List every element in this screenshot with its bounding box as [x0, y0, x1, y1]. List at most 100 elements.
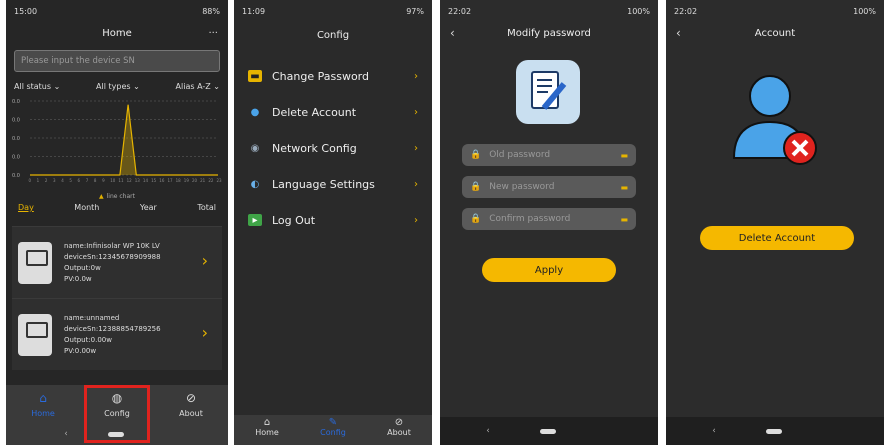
back-icon[interactable]: ‹: [450, 26, 455, 40]
nav-about[interactable]: ⊘ About: [369, 417, 429, 445]
menu-network-config[interactable]: ◉ Network Config ›: [234, 130, 432, 166]
network-icon: ◉: [250, 142, 260, 154]
x-tick-label: 4: [61, 178, 64, 183]
x-tick-label: 15: [151, 178, 157, 183]
device-sn: deviceSn:12388854789256: [64, 324, 161, 333]
system-back-icon[interactable]: ‹: [712, 426, 716, 436]
chevron-right-icon: ›: [414, 106, 418, 118]
chevron-right-icon: ›: [414, 70, 418, 82]
x-tick-label: 1: [37, 178, 40, 183]
power-chart: 0.0 0.0 0.0 0.0 0.0 0 1 2 3 4 5 6 7 8 9 10 11 12 13 14 15 16 1…: [12, 97, 222, 200]
x-tick-label: 10: [110, 178, 116, 183]
chevron-right-icon: ›: [414, 142, 418, 154]
y-tick-label: 0.0: [12, 155, 20, 161]
tab-month[interactable]: Month: [74, 203, 99, 212]
config-screen: 11:09 97% Config ▬ Change Password › ● D…: [234, 0, 432, 445]
compass-icon: ⊘: [394, 417, 404, 428]
menu-language-settings[interactable]: ◐ Language Settings ›: [234, 166, 432, 202]
nav-home[interactable]: ⌂ Home: [237, 417, 297, 445]
device-name: name:Infinisolar WP 10K LV: [64, 241, 160, 250]
x-tick-label: 17: [167, 178, 173, 183]
status-time: 22:02: [674, 6, 698, 16]
home-icon: ⌂: [263, 417, 271, 428]
home-icon: ⌂: [39, 391, 47, 405]
system-nav: ‹: [440, 417, 658, 445]
eye-icon[interactable]: ▬: [620, 183, 628, 192]
eye-icon[interactable]: ▬: [620, 151, 628, 160]
page-title: Modify password: [507, 27, 591, 39]
x-tick-label: 0: [29, 178, 32, 183]
x-tick-label: 3: [53, 178, 56, 183]
eye-icon[interactable]: ▬: [620, 215, 628, 224]
x-tick-label: 5: [69, 178, 72, 183]
user-icon: ●: [250, 106, 260, 118]
title-bar: ‹ Account: [666, 22, 884, 44]
x-tick-label: 21: [200, 178, 206, 183]
line-chart-svg: 0.00.00.00.00.00 1 2 3 4 5 6 7 8 9 10 11 12 13 14 15 16 1…: [12, 99, 222, 183]
x-tick-label: 6: [78, 178, 81, 183]
x-tick-label: 14: [143, 178, 149, 183]
x-tick-label: 8: [94, 178, 97, 183]
inverter-icon: [18, 241, 52, 284]
lock-icon: 🔒: [470, 150, 482, 160]
document-edit-icon: [516, 60, 580, 124]
x-tick-label: 13: [135, 178, 141, 183]
device-name: name:unnamed: [64, 313, 120, 322]
status-bar: 15:00 88%: [6, 0, 228, 22]
sort-filter[interactable]: Alias A-Z ⌄: [176, 82, 220, 91]
menu-log-out[interactable]: ▸ Log Out ›: [234, 202, 432, 238]
chevron-right-icon[interactable]: ›: [202, 251, 208, 270]
more-icon[interactable]: ···: [208, 28, 218, 39]
y-tick-label: 0.0: [12, 173, 20, 179]
device-info: name:Infinisolar WP 10K LV deviceSn:1234…: [64, 241, 161, 285]
device-output: Output:0.00w: [64, 335, 112, 344]
system-back-icon[interactable]: ‹: [486, 426, 490, 436]
page-title: Home: [102, 27, 132, 39]
battery-level: 100%: [853, 6, 876, 16]
language-icon: ◐: [250, 178, 260, 190]
device-output: Output:0w: [64, 263, 101, 272]
device-card[interactable]: name:unnamed deviceSn:12388854789256 Out…: [12, 298, 222, 370]
type-filter[interactable]: All types ⌄: [96, 82, 140, 91]
chevron-right-icon[interactable]: ›: [202, 323, 208, 342]
confirm-password-input[interactable]: 🔒 Confirm password ▬: [462, 208, 636, 230]
device-card[interactable]: name:Infinisolar WP 10K LV deviceSn:1234…: [12, 226, 222, 298]
old-password-input[interactable]: 🔒 Old password ▬: [462, 144, 636, 166]
page-title: Config: [316, 29, 350, 41]
x-tick-label: 11: [118, 178, 124, 183]
system-nav: ‹: [666, 417, 884, 445]
x-tick-label: 7: [86, 178, 89, 183]
delete-account-button[interactable]: Delete Account: [700, 226, 854, 250]
tab-day[interactable]: Day: [18, 203, 34, 212]
x-tick-label: 19: [184, 178, 190, 183]
legend-marker-icon: ▲: [99, 193, 104, 200]
menu-change-password[interactable]: ▬ Change Password ›: [234, 58, 432, 94]
new-password-input[interactable]: 🔒 New password ▬: [462, 176, 636, 198]
y-tick-label: 0.0: [12, 136, 20, 142]
compass-icon: ⊘: [185, 391, 197, 405]
device-info: name:unnamed deviceSn:12388854789256 Out…: [64, 313, 161, 357]
title-bar: ‹ Modify password: [440, 22, 658, 44]
device-sn: deviceSn:12345678909988: [64, 252, 161, 261]
home-screen: 15:00 88% Home ··· Please input the devi…: [6, 0, 228, 445]
system-home-pill[interactable]: [539, 428, 556, 434]
status-bar: 22:02 100%: [666, 0, 884, 22]
nav-config[interactable]: ✎ Config: [303, 417, 363, 445]
x-tick-label: 20: [192, 178, 198, 183]
tab-total[interactable]: Total: [197, 203, 216, 212]
apply-button[interactable]: Apply: [482, 258, 616, 282]
system-back-icon[interactable]: ‹: [64, 429, 68, 439]
system-home-pill[interactable]: [765, 428, 782, 434]
device-sn-search-input[interactable]: Please input the device SN: [14, 50, 220, 72]
x-tick-label: 22: [208, 178, 214, 183]
device-pv: PV:0.0w: [64, 274, 92, 283]
inverter-icon: [18, 313, 52, 356]
menu-delete-account[interactable]: ● Delete Account ›: [234, 94, 432, 130]
status-filter[interactable]: All status ⌄: [14, 82, 60, 91]
battery-level: 97%: [406, 6, 424, 16]
lock-icon: 🔒: [470, 182, 482, 192]
tab-year[interactable]: Year: [140, 203, 157, 212]
config-menu: ▬ Change Password › ● Delete Account › ◉…: [234, 58, 432, 238]
back-icon[interactable]: ‹: [676, 26, 681, 40]
page-title: Account: [754, 27, 796, 39]
